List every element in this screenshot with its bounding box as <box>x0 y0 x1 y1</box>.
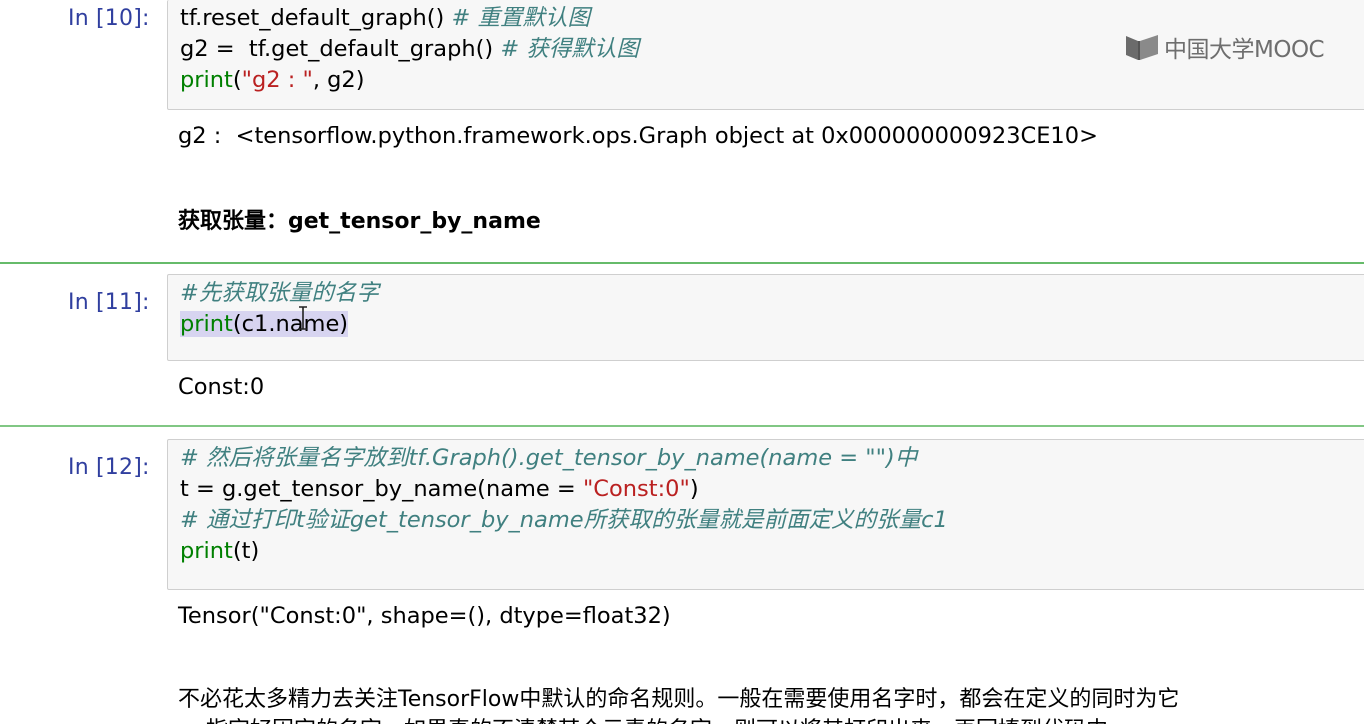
code-token-builtin: print <box>180 538 233 564</box>
code-line[interactable]: t = g.get_tensor_by_name(name = "Const:0… <box>180 474 1364 505</box>
code-token-string: "g2 : " <box>241 67 313 93</box>
cell-10-prompt: In [10]: <box>68 6 150 31</box>
code-token-plain: t = g.get_tensor_by_name(name = <box>180 476 583 502</box>
cell-separator <box>0 425 1364 427</box>
code-token-comment: # 重置默认图 <box>451 5 590 31</box>
code-line[interactable]: print("g2 : ", g2) <box>180 65 1364 96</box>
mooc-watermark: 中国大学MOOC <box>1124 30 1325 64</box>
code-token-plain: ( <box>232 67 242 93</box>
mooc-book-icon <box>1126 35 1158 60</box>
markdown-paragraph-continued: 指定好固定的名字，如果真的不清楚某个元素的名字，则可以将其打印出来，再回填到代码… <box>178 712 1130 724</box>
code-token-plain: ) <box>689 476 699 502</box>
code-token-plain: , g2) <box>312 67 365 93</box>
code-token-plain: tf.reset_default_graph() <box>180 5 452 31</box>
code-token-plain: g2 = tf.get_default_graph() <box>180 36 501 62</box>
code-line[interactable]: # 通过打印t验证get_tensor_by_name所获取的张量就是前面定义的… <box>180 505 1364 536</box>
code-line[interactable]: # 然后将张量名字放到tf.Graph().get_tensor_by_name… <box>180 443 1364 474</box>
code-token-comment: # 通过打印t验证get_tensor_by_name所获取的张量就是前面定义的… <box>180 507 948 533</box>
cell-12-output: Tensor("Const:0", shape=(), dtype=float3… <box>178 603 671 629</box>
code-line[interactable]: print(c1.name) <box>180 309 1364 340</box>
markdown-paragraph: 不必花太多精力去关注TensorFlow中默认的命名规则。一般在需要使用名字时，… <box>178 687 1180 712</box>
code-line[interactable]: print(t) <box>180 536 1364 567</box>
code-token-builtin: print <box>180 311 233 337</box>
code-token-plain: (c1.name) <box>232 311 349 337</box>
code-line[interactable]: #先获取张量的名字 <box>180 278 1364 309</box>
cell-11-input[interactable]: #先获取张量的名字 print(c1.name) <box>167 274 1364 361</box>
text-cursor-icon <box>299 306 307 330</box>
cell-12-prompt: In [12]: <box>68 455 150 480</box>
code-token-comment: # 获得默认图 <box>500 36 639 62</box>
watermark-text: 中国大学MOOC <box>1164 37 1325 63</box>
code-token-plain: (t) <box>232 538 260 564</box>
cell-11-output: Const:0 <box>178 374 265 400</box>
code-token-builtin: print <box>180 67 233 93</box>
markdown-heading: 获取张量：get_tensor_by_name <box>178 209 541 234</box>
cell-10-output: g2 : <tensorflow.python.framework.ops.Gr… <box>178 123 1098 149</box>
cell-separator <box>0 262 1364 264</box>
cell-12-input[interactable]: # 然后将张量名字放到tf.Graph().get_tensor_by_name… <box>167 439 1364 590</box>
code-token-comment: # 然后将张量名字放到tf.Graph().get_tensor_by_name… <box>180 445 918 471</box>
notebook-view: In [10]: tf.reset_default_graph() # 重置默认… <box>0 0 1364 724</box>
cell-11-prompt: In [11]: <box>68 290 150 315</box>
code-token-comment: #先获取张量的名字 <box>180 280 379 306</box>
code-token-string: "Const:0" <box>582 476 690 502</box>
